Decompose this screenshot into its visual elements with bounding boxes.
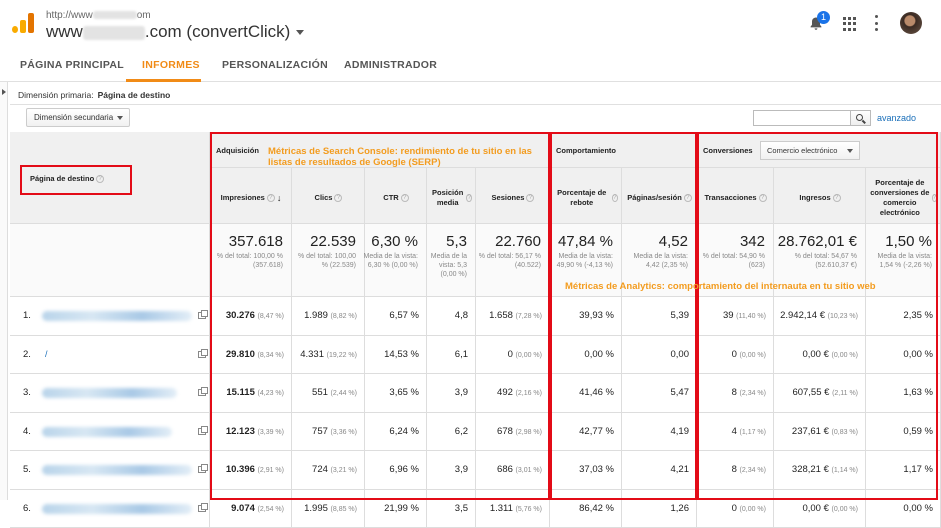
chevron-down-icon [296,30,304,35]
tab-customization[interactable]: PERSONALIZACIÓN [222,59,328,71]
row-number: 2. [23,349,31,360]
cell-value-bounce: 86,42 % [550,503,614,514]
annotation-box-page-column [20,165,132,195]
external-link-icon[interactable] [198,505,206,512]
external-link-icon[interactable] [198,312,206,319]
cell-value-sessions: 1.311 (5,76 %) [476,503,542,514]
primary-dimension-label: Dimensión primaria: [18,90,94,100]
table-row[interactable] [10,336,210,375]
more-options-icon[interactable] [875,15,879,31]
cell-value-pages: 1,26 [622,503,689,514]
chevron-right-icon [2,89,6,95]
totals-label-cell [10,224,210,297]
chevron-down-icon [117,116,123,120]
tab-reports[interactable]: INFORMES [142,59,200,71]
secondary-dimension-dropdown[interactable]: Dimensión secundaria [26,108,130,127]
landing-page-link-redacted[interactable] [42,465,192,475]
account-url: http://wwwom [46,10,151,21]
cell-value-revenue: 0,00 € (0,00 %) [774,503,858,514]
external-link-icon[interactable] [198,351,206,358]
tab-home[interactable]: PÁGINA PRINCIPAL [20,59,124,71]
annotation-box-behavior [550,132,697,500]
notification-badge: 1 [817,11,830,24]
top-bar: http://wwwom www.com (convertClick) 1 [0,0,941,48]
cell-value-impressions: 9.074 (2,54 %) [210,503,284,514]
cell-value-clicks: 1.995 (8,85 %) [292,503,357,514]
row-number: 1. [23,310,31,321]
landing-page-link-redacted[interactable] [42,427,172,437]
primary-dimension: Dimensión primaria: Página de destino [18,90,170,100]
main-tabs: PÁGINA PRINCIPAL INFORMES PERSONALIZACIÓ… [0,48,941,82]
active-tab-indicator [126,79,201,82]
external-link-icon[interactable] [198,428,206,435]
external-link-icon[interactable] [198,466,206,473]
primary-dimension-value[interactable]: Página de destino [98,90,171,100]
cell-value-position: 3,5 [427,503,468,514]
external-link-icon[interactable] [198,389,206,396]
apps-grid-icon[interactable] [843,17,857,31]
landing-page-link-redacted[interactable] [42,504,192,514]
row-number: 6. [23,503,31,514]
search-button[interactable] [851,110,871,126]
sidebar-toggle[interactable] [0,82,8,500]
divider [10,104,941,105]
row-number: 3. [23,387,31,398]
cell-value-conv_rate: 0,00 % [866,503,933,514]
landing-page-link-redacted[interactable] [42,388,177,398]
row-number: 4. [23,426,31,437]
tab-admin[interactable]: ADMINISTRADOR [344,59,437,71]
search-input[interactable] [753,110,851,126]
advanced-filter-link[interactable]: avanzado [877,113,916,123]
landing-page-link[interactable]: / [45,349,48,359]
annotation-analytics: Métricas de Analytics: comportamiento de… [565,281,935,292]
row-number: 5. [23,464,31,475]
annotation-search-console: Métricas de Search Console: rendimiento … [268,146,538,168]
annotation-box-conversions [697,132,938,500]
avatar[interactable] [900,12,922,34]
landing-page-link-redacted[interactable] [42,311,192,321]
cell-value-ctr: 21,99 % [365,503,419,514]
analytics-logo[interactable] [12,13,34,33]
annotation-box-search-console [210,132,550,500]
cell-value-transactions: 0 (0,00 %) [697,503,766,514]
property-selector[interactable]: www.com (convertClick) [46,22,304,42]
